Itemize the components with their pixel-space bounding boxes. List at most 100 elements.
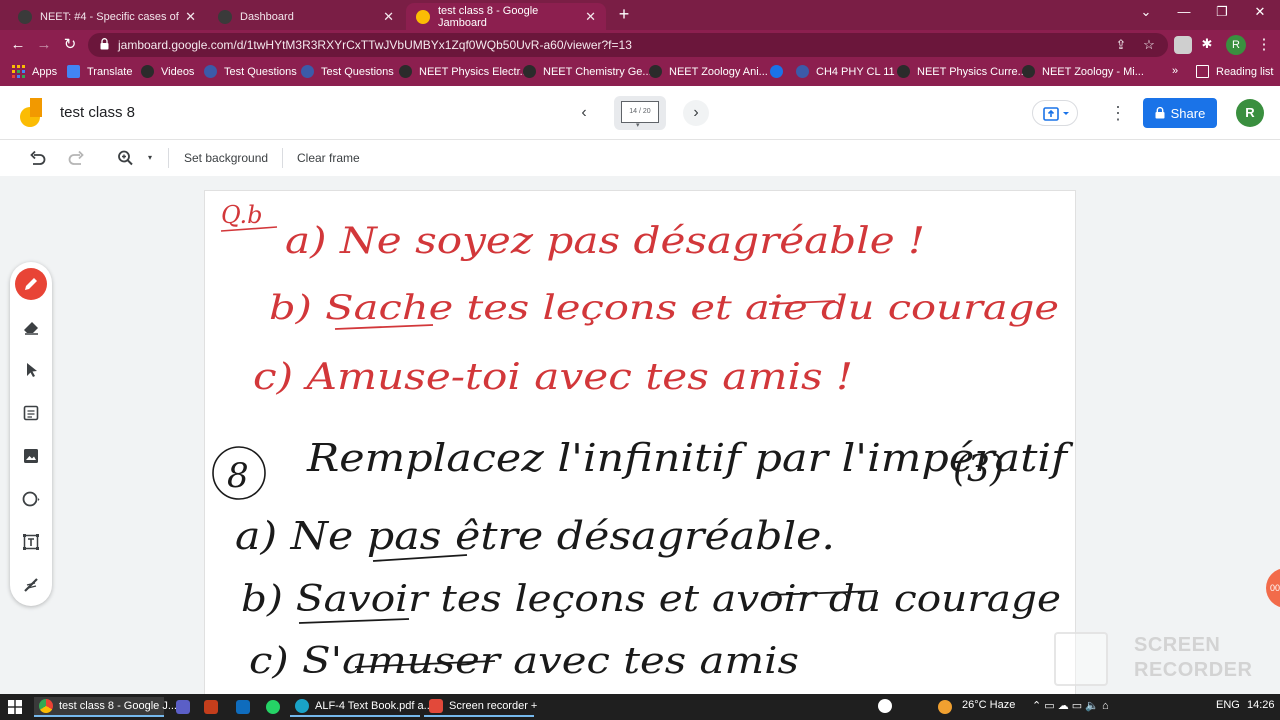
set-background-button[interactable]: Set background — [184, 149, 268, 167]
question-label: Q.b — [221, 201, 262, 229]
screen-recorder-watermark: SCREEN RECORDER — [1054, 632, 1264, 688]
bookmark-item[interactable]: NEET Chemistry Ge... — [523, 65, 652, 78]
watermark-line-1: SCREEN — [1134, 634, 1221, 656]
cast-to-meeting-button[interactable] — [1032, 100, 1078, 126]
bookmark-item[interactable]: NEET Physics Curre... — [897, 65, 1027, 78]
answer-line-a: a) Ne soyez pas désagréable ! — [285, 221, 925, 262]
bookmark-item[interactable]: Test Questions — [204, 65, 297, 78]
url-text: jamboard.google.com/d/1twHYtM3R3RXYrCxTT… — [118, 38, 632, 52]
next-frame-button[interactable]: › — [683, 100, 709, 126]
new-tab-button[interactable]: + — [614, 4, 634, 25]
bookmark-item[interactable]: Videos — [141, 65, 194, 78]
browser-menu-icon[interactable]: ⋮ — [1254, 35, 1274, 55]
share-label: Share — [1170, 105, 1206, 121]
clear-frame-button[interactable]: Clear frame — [297, 149, 360, 167]
close-tab-icon[interactable]: ✕ — [585, 9, 596, 25]
taskbar-chrome-window[interactable]: test class 8 - Google J... — [34, 697, 177, 717]
tab-search-icon[interactable]: ⌄ — [1136, 4, 1156, 20]
minimize-button[interactable]: — — [1174, 4, 1194, 19]
bookmark-item[interactable]: NEET Physics Electr... — [399, 65, 529, 78]
laser-pointer-icon — [24, 578, 38, 592]
close-tab-icon[interactable]: ✕ — [383, 9, 394, 25]
laser-tool-button[interactable] — [15, 569, 47, 601]
sticky-note-button[interactable] — [15, 397, 47, 429]
jamboard-favicon-icon — [416, 9, 430, 24]
bookmark-item[interactable]: CH4 PHY CL 11 — [796, 65, 895, 78]
clock[interactable]: 14:26 — [1247, 699, 1275, 711]
weather-text[interactable]: 26°C Haze — [962, 699, 1015, 711]
reading-list-button[interactable]: Reading list — [1196, 65, 1273, 78]
add-image-button[interactable] — [15, 440, 47, 472]
answer-line-b: b) Sache tes leçons et aie du courage — [269, 288, 1059, 328]
more-options-icon[interactable]: ⋮ — [1108, 100, 1128, 126]
text-box-button[interactable] — [15, 526, 47, 558]
windows-start-icon[interactable] — [8, 700, 22, 714]
jam-frame[interactable]: Q.b a) Ne soyez pas désagréable ! b) Sac… — [204, 190, 1076, 700]
forward-arrow-icon[interactable]: → — [34, 35, 54, 55]
chrome-icon — [39, 699, 53, 713]
share-page-icon[interactable]: ⇪ — [1112, 37, 1130, 53]
recorder-logo-icon — [1054, 632, 1108, 686]
bookmark-star-icon[interactable]: ☆ — [1140, 37, 1158, 53]
browser-tab-strip: NEET: #4 - Specific cases of SHM ✕ Dashb… — [0, 0, 1280, 30]
whatsapp-icon[interactable] — [266, 700, 280, 714]
lock-icon — [1155, 107, 1165, 119]
taskbar-screen-recorder[interactable]: Screen recorder + — [424, 697, 537, 717]
zoom-dropdown-icon[interactable]: ▾ — [148, 149, 152, 167]
text-box-icon — [23, 534, 39, 550]
frame-bar-toggle[interactable]: 14 / 20 ▾ — [614, 96, 666, 130]
shape-tool-button[interactable] — [15, 483, 47, 515]
close-tab-icon[interactable]: ✕ — [185, 9, 196, 25]
extension-icon[interactable] — [1174, 36, 1192, 54]
jamboard-logo-icon — [20, 98, 42, 127]
bookmark-item[interactable]: Test Questions — [301, 65, 394, 78]
tab-title: Dashboard — [240, 10, 294, 23]
browser-tab[interactable]: NEET: #4 - Specific cases of SHM ✕ — [8, 3, 206, 30]
bookmark-item[interactable]: NEET Zoology - Mi... — [1022, 65, 1144, 78]
bookmark-translate[interactable]: Translate — [67, 65, 132, 78]
document-title[interactable]: test class 8 — [60, 104, 135, 121]
tray-icons[interactable]: ⌃ ▭ ☁ ▭ 🔈 ⌂ — [1032, 699, 1109, 712]
zoom-icon[interactable] — [116, 149, 136, 167]
image-icon — [24, 449, 38, 463]
undo-icon[interactable] — [28, 149, 48, 167]
redo-icon[interactable] — [66, 149, 86, 167]
tool-palette — [10, 262, 52, 606]
outlook-icon[interactable] — [236, 700, 250, 714]
toolbar-divider — [282, 148, 283, 168]
instruction-line-a: a) Ne pas être désagréable. — [235, 514, 835, 558]
help-icon[interactable] — [878, 699, 892, 713]
extensions-puzzle-icon[interactable]: ✱ — [1198, 36, 1216, 52]
cursor-arrow-icon — [27, 363, 37, 377]
tab-title: test class 8 - Google Jamboard — [438, 4, 539, 29]
account-avatar[interactable]: R — [1236, 99, 1264, 127]
lock-icon — [100, 38, 109, 50]
maximize-button[interactable]: ❐ — [1212, 4, 1232, 20]
reload-icon[interactable]: ↻ — [60, 35, 80, 55]
site-favicon-icon — [399, 65, 412, 78]
select-tool-button[interactable] — [15, 354, 47, 386]
share-button[interactable]: Share — [1143, 98, 1217, 128]
eraser-tool-button[interactable] — [15, 311, 47, 343]
bookmark-apps[interactable]: Apps — [12, 65, 57, 78]
previous-frame-button[interactable]: ‹ — [571, 100, 597, 126]
browser-tab-active[interactable]: test class 8 - Google Jamboard ✕ — [406, 3, 606, 30]
tab-favicon-icon — [18, 9, 32, 24]
powerpoint-icon[interactable] — [204, 700, 218, 714]
pen-icon — [25, 278, 37, 290]
profile-avatar[interactable]: R — [1226, 35, 1246, 55]
canvas-workspace: Q.b a) Ne soyez pas désagréable ! b) Sac… — [0, 176, 1280, 700]
taskbar-edge-window[interactable]: ALF-4 Text Book.pdf a... — [290, 697, 433, 717]
bookmark-item[interactable]: NEET Zoology Ani... — [649, 65, 768, 78]
teams-icon[interactable] — [176, 700, 190, 714]
browser-tab[interactable]: Dashboard ✕ — [208, 3, 404, 30]
bookmark-item[interactable] — [770, 65, 783, 78]
back-arrow-icon[interactable]: ← — [8, 35, 28, 55]
answer-line-c: c) Amuse-toi avec tes amis ! — [253, 357, 853, 398]
input-language[interactable]: ENG — [1216, 699, 1240, 711]
address-bar[interactable]: jamboard.google.com/d/1twHYtM3R3RXYrCxTT… — [88, 33, 1168, 57]
close-window-button[interactable]: ✕ — [1250, 4, 1270, 20]
pen-tool-button[interactable] — [15, 268, 47, 300]
more-bookmarks-button[interactable]: » — [1172, 65, 1178, 77]
browser-toolbar: ← → ↻ jamboard.google.com/d/1twHYtM3R3RX… — [0, 30, 1280, 60]
